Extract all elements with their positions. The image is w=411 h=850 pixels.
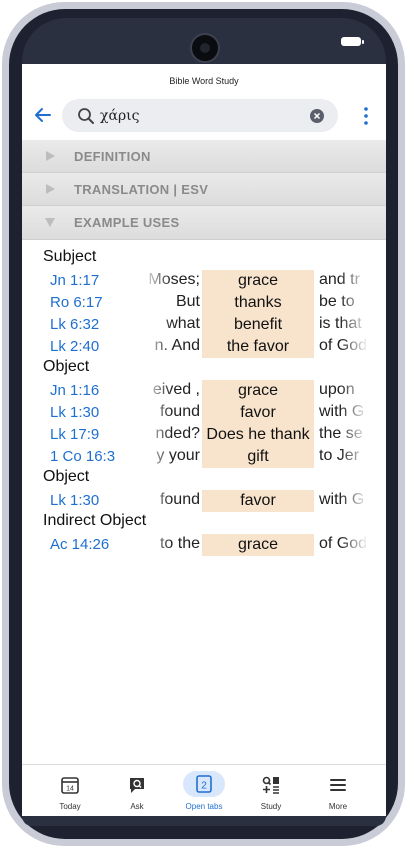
collapsed-triangle-icon <box>46 151 55 161</box>
more-options-icon[interactable] <box>360 106 372 126</box>
tab-label: More <box>328 802 348 811</box>
tab-open-tabs[interactable]: 2 Open tabs <box>172 765 236 816</box>
fade-overlay <box>142 490 172 512</box>
section-label: TRANSLATION | ESV <box>74 182 209 197</box>
app-title: Bible Word Study <box>169 76 239 86</box>
group-label: Object <box>43 358 90 375</box>
study-icon <box>262 776 279 794</box>
highlighted-word: thanks <box>202 292 314 314</box>
highlighted-word: benefit <box>202 314 314 336</box>
fade-overlay <box>142 270 172 292</box>
highlighted-word: grace <box>202 380 314 402</box>
fade-overlay <box>142 446 172 468</box>
verse-reference-link[interactable]: 1 Co 16:3 <box>50 448 115 465</box>
verse-reference-link[interactable]: Lk 1:30 <box>50 492 99 509</box>
fade-overlay <box>142 314 172 336</box>
calendar-icon: 14 <box>61 777 79 794</box>
svg-text:2: 2 <box>201 781 207 792</box>
section-label: DEFINITION <box>74 149 151 164</box>
group-label: Object <box>43 468 90 485</box>
highlighted-word: grace <box>202 270 314 292</box>
verse-reference-link[interactable]: Lk 2:40 <box>50 338 99 355</box>
verse-reference-link[interactable]: Jn 1:17 <box>50 272 99 289</box>
search-input[interactable]: χάρις <box>100 108 140 124</box>
search-bar[interactable]: χάρις <box>62 99 338 132</box>
highlighted-word: gift <box>202 446 314 468</box>
group-label: Indirect Object <box>43 512 147 529</box>
collapsed-triangle-icon <box>46 184 55 194</box>
tab-label: Open tabs <box>185 802 223 811</box>
highlighted-word: the favor <box>202 336 314 358</box>
fade-overlay <box>340 380 368 402</box>
fade-overlay <box>142 424 172 446</box>
section-translation[interactable]: TRANSLATION | ESV <box>22 173 386 206</box>
menu-icon <box>330 779 346 791</box>
svg-text:14: 14 <box>66 786 74 793</box>
verse-reference-link[interactable]: Lk 1:30 <box>50 404 99 421</box>
tabs-icon: 2 <box>196 775 212 793</box>
camera-icon <box>190 33 220 63</box>
back-arrow-icon[interactable] <box>32 104 54 126</box>
tab-label: Ask <box>130 802 144 811</box>
tab-study[interactable]: Study <box>239 765 303 816</box>
fade-overlay <box>340 270 368 292</box>
fade-overlay <box>142 534 172 556</box>
tab-ask[interactable]: Ask <box>105 765 169 816</box>
fade-overlay <box>142 402 172 424</box>
verse-reference-link[interactable]: Ac 14:26 <box>50 536 109 553</box>
clear-icon[interactable] <box>310 109 324 123</box>
fade-overlay <box>340 490 368 512</box>
group-label: Subject <box>43 248 97 265</box>
highlighted-word: favor <box>202 490 314 512</box>
fade-overlay <box>142 380 172 402</box>
fade-overlay <box>142 292 172 314</box>
section-example-uses[interactable]: EXAMPLE USES <box>22 206 386 240</box>
fade-overlay <box>142 336 172 358</box>
fade-overlay <box>340 292 368 314</box>
fade-overlay <box>340 314 368 336</box>
section-label: EXAMPLE USES <box>74 215 180 230</box>
app-screen: Bible Word Study χάρις DEFINITION TRANSL… <box>22 64 386 816</box>
tab-label: Today <box>59 802 81 811</box>
expanded-triangle-icon <box>45 218 55 227</box>
fade-overlay <box>340 402 368 424</box>
tab-more[interactable]: More <box>306 765 370 816</box>
fade-overlay <box>340 424 368 446</box>
verse-reference-link[interactable]: Jn 1:16 <box>50 382 99 399</box>
battery-icon <box>341 37 364 46</box>
verse-reference-link[interactable]: Ro 6:17 <box>50 294 103 311</box>
highlighted-word: favor <box>202 402 314 424</box>
chat-search-icon <box>130 778 144 793</box>
tab-label: Study <box>260 802 282 811</box>
highlighted-word: grace <box>202 534 314 556</box>
search-icon <box>78 108 94 124</box>
phone-bottom-bezel <box>22 816 386 826</box>
verse-reference-link[interactable]: Lk 17:9 <box>50 426 99 443</box>
fade-overlay <box>340 446 368 468</box>
bottom-tab-bar: 14 Today Ask 2 Open tabs Study More <box>22 764 386 816</box>
fade-overlay <box>340 336 368 358</box>
fade-overlay <box>340 534 368 556</box>
verse-reference-link[interactable]: Lk 6:32 <box>50 316 99 333</box>
highlighted-word: Does he thank <box>202 424 314 446</box>
section-definition[interactable]: DEFINITION <box>22 140 386 173</box>
tab-today[interactable]: 14 Today <box>38 765 102 816</box>
